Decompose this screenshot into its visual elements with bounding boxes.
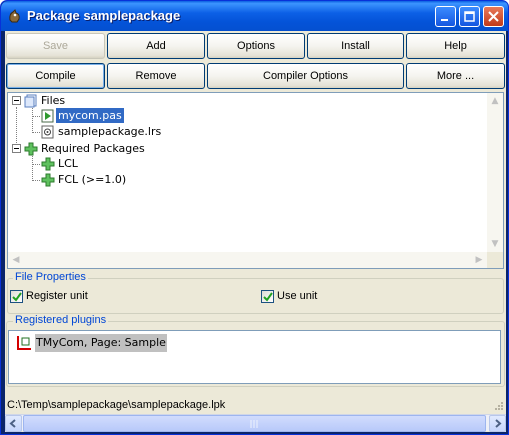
tree-node-files[interactable]: Files bbox=[39, 93, 67, 108]
scroll-down-icon[interactable]: ▼ bbox=[487, 236, 503, 252]
scrollbar-thumb[interactable] bbox=[23, 415, 486, 432]
scrollbar-corner bbox=[487, 252, 503, 268]
add-button[interactable]: Add bbox=[107, 33, 205, 59]
tree-node-label: samplepackage.lrs bbox=[58, 125, 162, 138]
tree-line bbox=[32, 116, 40, 117]
scroll-left-icon bbox=[9, 419, 16, 428]
tree-node-fcl[interactable]: FCL (>=1.0) bbox=[56, 172, 128, 187]
files-collapse-toggle[interactable] bbox=[12, 96, 21, 105]
scroll-left-icon[interactable]: ◀ bbox=[8, 252, 24, 268]
title-bar[interactable]: Package samplepackage bbox=[1, 1, 508, 31]
tree-line bbox=[32, 106, 33, 133]
window-horizontal-scrollbar[interactable] bbox=[5, 414, 506, 432]
tree-horizontal-scrollbar[interactable]: ◀ ▶ bbox=[8, 252, 487, 268]
install-button[interactable]: Install bbox=[307, 33, 404, 59]
scroll-up-icon[interactable]: ▲ bbox=[487, 93, 503, 109]
scroll-right-icon[interactable]: ▶ bbox=[471, 252, 487, 268]
tree-line bbox=[32, 164, 40, 165]
window-title: Package samplepackage bbox=[27, 8, 181, 23]
register-unit-label[interactable]: Register unit bbox=[26, 290, 88, 302]
tree-node-mycom[interactable]: mycom.pas bbox=[56, 108, 124, 123]
window-client: Save Add Options Install Help Compile Re… bbox=[5, 31, 506, 432]
options-button[interactable]: Options bbox=[207, 33, 305, 59]
scroll-right-button[interactable] bbox=[489, 415, 506, 432]
checkmark-icon bbox=[12, 292, 22, 302]
status-bar: C:\Temp\samplepackage\samplepackage.lpk bbox=[5, 396, 506, 414]
package-icon bbox=[41, 157, 55, 171]
compiler-options-button[interactable]: Compiler Options bbox=[207, 63, 404, 89]
package-window: Package samplepackage Save Add Options I… bbox=[0, 0, 509, 435]
tree-node-label: Required Packages bbox=[41, 142, 145, 155]
use-unit-checkbox[interactable] bbox=[261, 290, 274, 303]
save-button[interactable]: Save bbox=[6, 33, 105, 59]
use-unit-label[interactable]: Use unit bbox=[277, 290, 317, 302]
tree-node-samplepackage-lrs[interactable]: samplepackage.lrs bbox=[56, 124, 163, 139]
maximize-icon bbox=[464, 11, 475, 22]
close-button[interactable] bbox=[483, 6, 504, 27]
tree-node-label: FCL (>=1.0) bbox=[58, 173, 127, 186]
lazarus-app-icon bbox=[9, 9, 20, 23]
grip-lines-icon bbox=[250, 420, 258, 428]
required-collapse-toggle[interactable] bbox=[12, 144, 21, 153]
tree-line bbox=[32, 132, 40, 133]
package-icon bbox=[41, 173, 55, 187]
pascal-file-icon bbox=[41, 109, 54, 123]
tree-node-label: mycom.pas bbox=[56, 108, 124, 123]
help-button[interactable]: Help bbox=[406, 33, 505, 59]
resize-grip-icon[interactable] bbox=[493, 400, 504, 411]
package-icon bbox=[24, 142, 38, 156]
registered-plugins-title: Registered plugins bbox=[13, 314, 109, 326]
tree-line bbox=[32, 154, 33, 181]
minimize-button[interactable] bbox=[435, 6, 456, 27]
tree-node-label: LCL bbox=[58, 157, 78, 170]
tree-vertical-scrollbar[interactable]: ▲ ▼ bbox=[487, 93, 503, 252]
checkmark-icon bbox=[263, 292, 273, 302]
minimize-icon bbox=[441, 19, 448, 21]
remove-button[interactable]: Remove bbox=[107, 63, 205, 89]
register-unit-checkbox[interactable] bbox=[10, 290, 23, 303]
file-properties-title: File Properties bbox=[13, 271, 88, 283]
tree-node-required-packages[interactable]: Required Packages bbox=[39, 141, 147, 156]
package-tree[interactable]: Files mycom.pas samplepackage.lrs Requir… bbox=[7, 92, 504, 269]
tree-line bbox=[16, 107, 17, 147]
resource-file-icon bbox=[41, 125, 54, 139]
package-file-path: C:\Temp\samplepackage\samplepackage.lpk bbox=[7, 399, 226, 411]
close-icon bbox=[488, 11, 499, 22]
scroll-left-button[interactable] bbox=[5, 415, 22, 432]
component-icon bbox=[17, 336, 31, 350]
tree-node-lcl[interactable]: LCL bbox=[56, 156, 80, 171]
maximize-button[interactable] bbox=[459, 6, 480, 27]
tree-node-label: Files bbox=[41, 94, 66, 107]
plugin-item-label: TMyCom, Page: Sample bbox=[35, 334, 167, 352]
compile-button[interactable]: Compile bbox=[6, 63, 105, 89]
scroll-right-icon bbox=[495, 419, 502, 428]
tree-line bbox=[32, 180, 40, 181]
registered-plugins-list[interactable]: TMyCom, Page: Sample bbox=[8, 330, 501, 384]
files-folder-icon bbox=[24, 94, 37, 108]
more-button[interactable]: More ... bbox=[406, 63, 505, 89]
